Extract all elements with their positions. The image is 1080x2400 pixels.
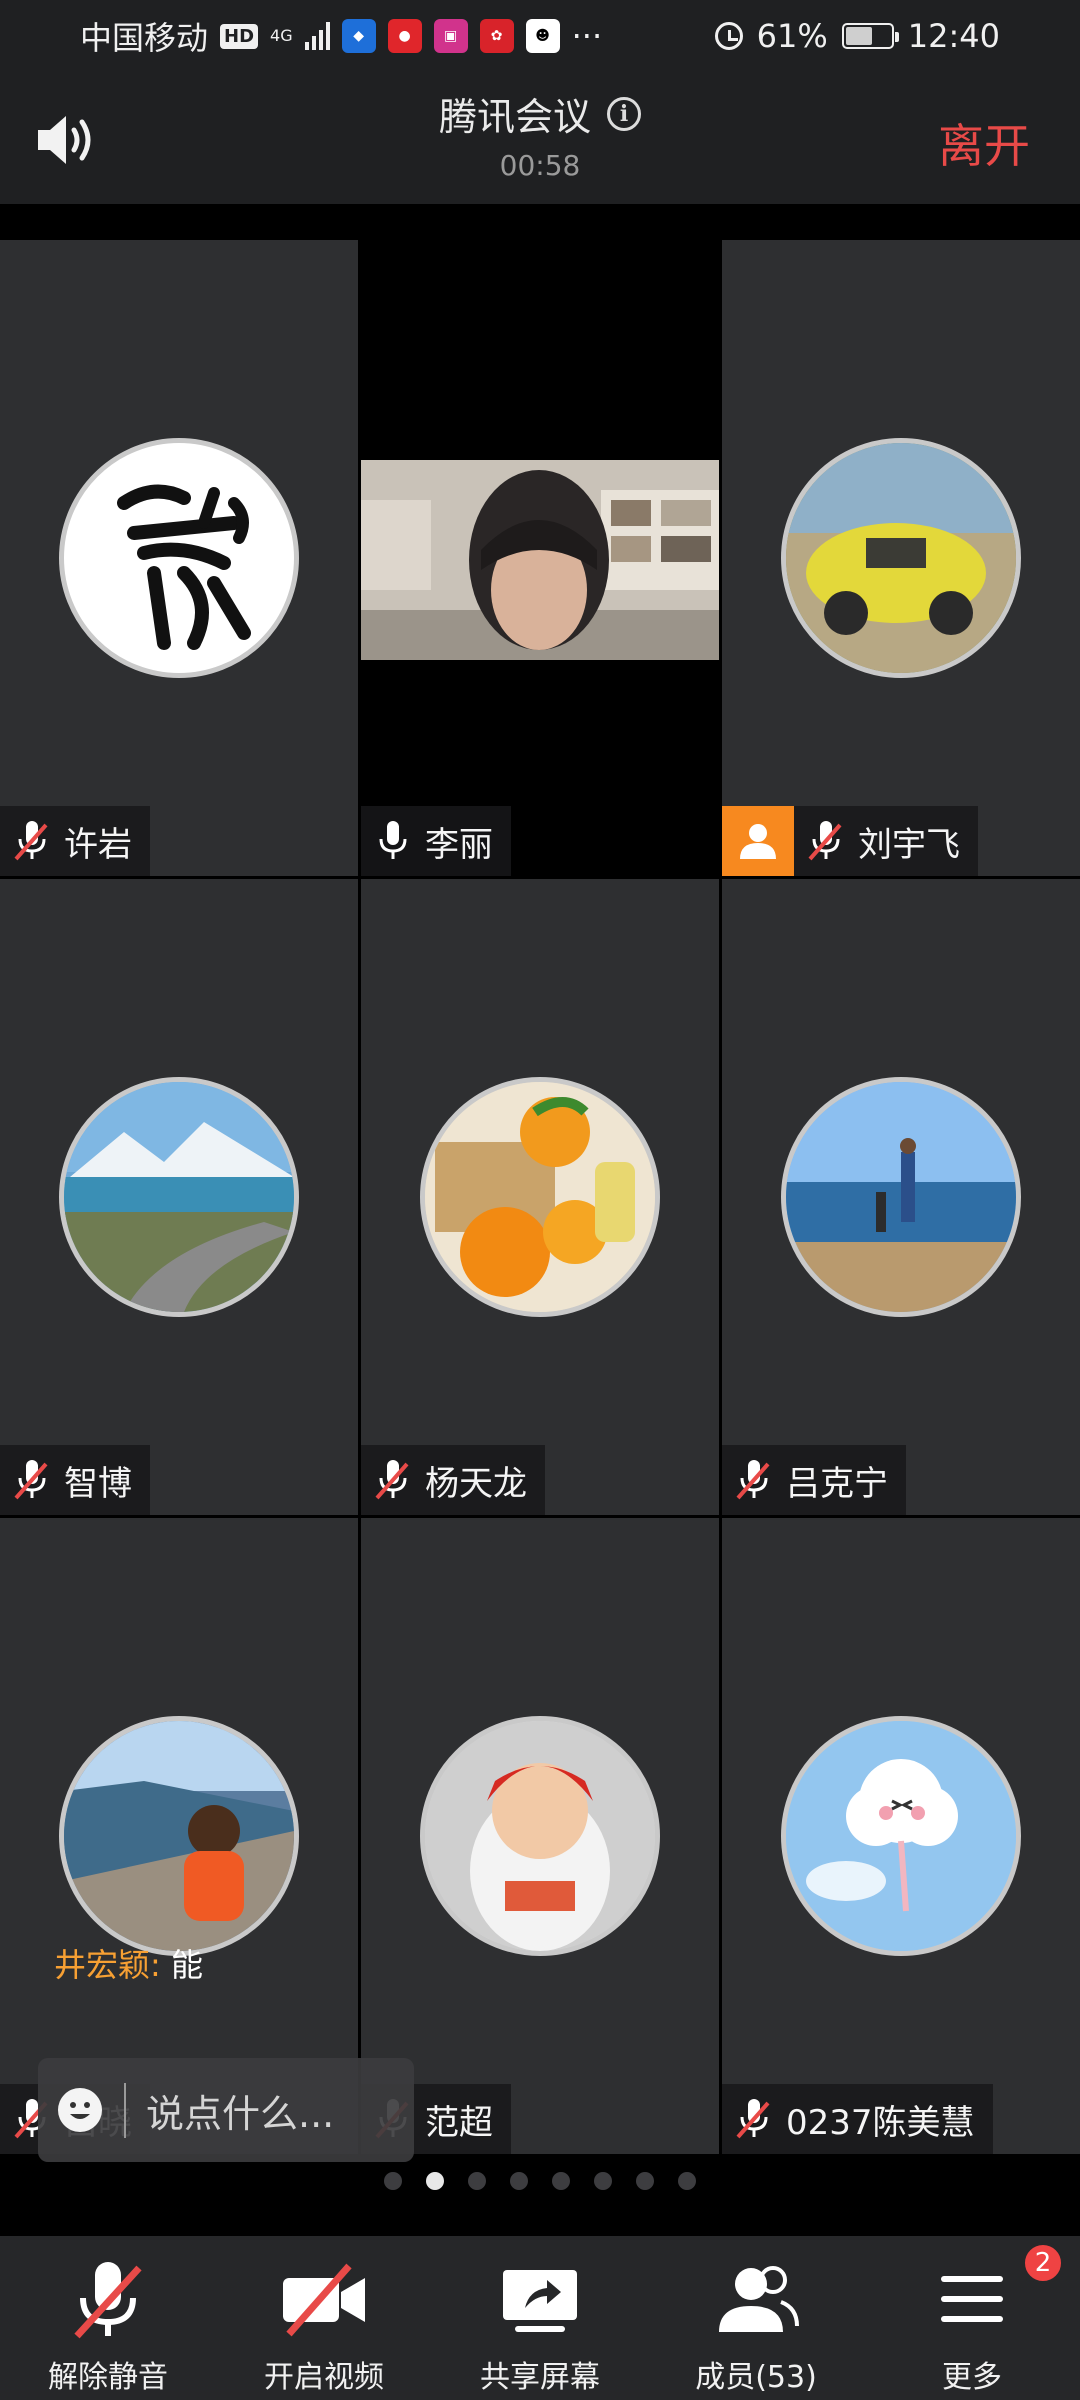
members-icon: [711, 2254, 801, 2344]
participant-name: 许岩: [64, 824, 132, 865]
mic-app-icon: ●: [387, 19, 422, 53]
more-label: 更多: [942, 2360, 1002, 2395]
chat-message: 井宏颖: 能: [54, 1940, 203, 1986]
name-tag: 杨天龙: [361, 1445, 545, 1515]
mic-muted-icon: [734, 2097, 774, 2141]
page-dot[interactable]: [384, 2172, 402, 2190]
participant-name: 范超: [425, 2102, 493, 2143]
mic-muted-icon: [12, 1458, 52, 1502]
mic-muted-icon: [63, 2254, 153, 2344]
participant-tile[interactable]: 范超: [361, 1518, 719, 2154]
name-tag: 智博: [0, 1445, 150, 1515]
bottom-toolbar: 解除静音 开启视频 共享屏幕 成员(53) 2 更多: [0, 2236, 1080, 2400]
video-off-icon: [279, 2254, 369, 2344]
chat-text: 能: [170, 1946, 203, 1984]
yellow-car-avatar: [781, 438, 1021, 678]
page-indicator: [0, 2172, 1080, 2190]
name-tag: 李丽: [361, 806, 511, 876]
info-icon[interactable]: i: [607, 96, 641, 131]
start-video-label: 开启视频: [264, 2360, 384, 2395]
more-button[interactable]: 2 更多: [864, 2236, 1080, 2400]
members-button[interactable]: 成员(53): [648, 2236, 864, 2400]
participant-name: 吕克宁: [786, 1463, 888, 1504]
name-tag: 许岩: [0, 806, 150, 876]
leave-button[interactable]: 离开: [938, 110, 1030, 176]
clock: 12:40: [907, 17, 1000, 55]
name-tag: 0237陈美慧: [722, 2084, 993, 2154]
chat-sender: 井宏颖:: [54, 1946, 161, 1984]
unmute-button[interactable]: 解除静音: [0, 2236, 216, 2400]
meeting-title-text: 腾讯会议: [438, 95, 591, 139]
child-cliff-avatar: [59, 1716, 299, 1956]
qq-icon: ☻: [525, 19, 560, 53]
cloud-cartoon-avatar: [781, 1716, 1021, 1956]
network-type: 4G: [270, 26, 293, 45]
calligraphy-avatar: [59, 438, 299, 678]
page-dot[interactable]: [636, 2172, 654, 2190]
name-tag: 吕克宁: [722, 1445, 906, 1515]
carrier-label: 中国移动: [80, 19, 209, 57]
participant-tile[interactable]: 许岩: [0, 240, 358, 876]
mic-on-icon: [373, 819, 413, 863]
participant-grid: 许岩 李丽 刘宇飞 智博 杨天龙 吕克宁 范超 0237陈美慧: [0, 238, 1080, 2158]
battery-percent: 61%: [756, 17, 828, 55]
share-screen-icon: [495, 2254, 585, 2344]
share-screen-label: 共享屏幕: [480, 2360, 600, 2395]
participant-tile[interactable]: 吕克宁: [722, 879, 1080, 1515]
oranges-avatar: [420, 1077, 660, 1317]
name-tag: 刘宇飞: [794, 806, 978, 876]
participant-name: 杨天龙: [425, 1463, 527, 1504]
page-dot[interactable]: [468, 2172, 486, 2190]
participant-name: 刘宇飞: [858, 824, 960, 865]
page-dot[interactable]: [594, 2172, 612, 2190]
battery-icon: [841, 23, 899, 49]
unmute-label: 解除静音: [48, 2360, 168, 2395]
members-label: 成员(53): [695, 2360, 817, 2395]
status-bar: 中国移动 HD 4G ◆ ● ▣ ✿ ☻ ··· 61% 12:40: [0, 0, 1080, 72]
meeting-timer: 00:58: [499, 149, 581, 182]
meeting-title[interactable]: 腾讯会议 i: [439, 86, 641, 141]
video-feed: [361, 460, 719, 660]
meeting-header: 腾讯会议 i 00:58 离开: [0, 72, 1080, 204]
app-notification-icon: ▣: [433, 19, 468, 53]
overflow-icon: ···: [571, 17, 603, 55]
host-badge: [722, 806, 794, 876]
participant-name: 智博: [64, 1463, 132, 1504]
participant-tile[interactable]: 杨天龙: [361, 879, 719, 1515]
beach-avatar: [781, 1077, 1021, 1317]
notification-badge: 2: [1022, 2242, 1064, 2284]
host-icon: [740, 824, 776, 859]
participant-tile[interactable]: 0237陈美慧: [722, 1518, 1080, 2154]
chat-placeholder: 说点什么...: [124, 2082, 334, 2138]
chat-input[interactable]: 说点什么...: [38, 2058, 414, 2162]
mic-muted-icon: [12, 819, 52, 863]
hd-badge: HD: [220, 23, 259, 49]
mountain-road-avatar: [59, 1077, 299, 1317]
app-notification-icon: ✿: [479, 19, 514, 53]
start-video-button[interactable]: 开启视频: [216, 2236, 432, 2400]
mic-muted-icon: [373, 1458, 413, 1502]
baby-helmet-avatar: [420, 1716, 660, 1956]
page-dot[interactable]: [552, 2172, 570, 2190]
signal-icon: [304, 22, 330, 50]
page-dot[interactable]: [426, 2172, 444, 2190]
mic-muted-icon: [734, 1458, 774, 1502]
participant-tile[interactable]: 刘宇飞: [722, 240, 1080, 876]
share-screen-button[interactable]: 共享屏幕: [432, 2236, 648, 2400]
participant-tile-video[interactable]: 李丽: [361, 240, 719, 876]
participant-name: 0237陈美慧: [786, 2102, 975, 2143]
page-dot[interactable]: [678, 2172, 696, 2190]
participant-name: 李丽: [425, 824, 493, 865]
alarm-icon: [714, 22, 743, 50]
menu-icon: [927, 2254, 1017, 2344]
participant-tile[interactable]: 智博: [0, 879, 358, 1515]
emoji-icon[interactable]: [58, 2088, 102, 2132]
page-dot[interactable]: [510, 2172, 528, 2190]
mic-muted-icon: [806, 819, 846, 863]
app-notification-icon: ◆: [341, 19, 376, 53]
